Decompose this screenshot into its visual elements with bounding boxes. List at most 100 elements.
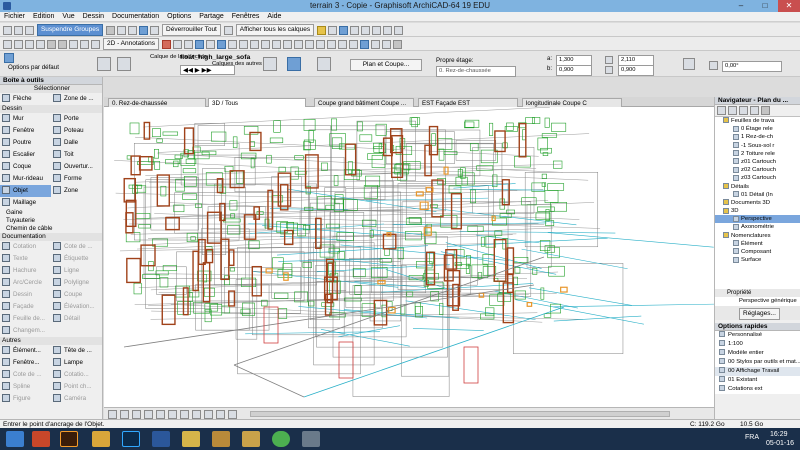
- navigator-tree-item[interactable]: Feuilles de trava: [715, 117, 800, 125]
- tool-mesh[interactable]: Maillage: [0, 197, 51, 209]
- navigator-tree-item[interactable]: Nomenclatures: [715, 232, 800, 240]
- default-options-label[interactable]: Options par défaut: [8, 64, 59, 71]
- intersect-icon[interactable]: [337, 39, 347, 49]
- tool-detail[interactable]: Détail: [51, 313, 102, 325]
- publisher-icon[interactable]: [750, 106, 759, 115]
- publish-icon[interactable]: [394, 25, 404, 35]
- navigator-tree-item[interactable]: -1 Sous-sol r: [715, 142, 800, 150]
- tool-change[interactable]: Changem...: [0, 325, 51, 337]
- elevation-field[interactable]: 0,900: [618, 65, 654, 76]
- tab-east-elevation[interactable]: EST Façade EST: [418, 98, 518, 107]
- quick-option-item[interactable]: 00 Stylos par outils et mat...: [715, 358, 800, 367]
- zoom-out-icon[interactable]: [156, 410, 165, 419]
- pan-icon[interactable]: [132, 410, 141, 419]
- menu-dessin[interactable]: Dessin: [79, 12, 108, 22]
- undo-icon[interactable]: [80, 39, 89, 49]
- redo-icon[interactable]: [91, 39, 100, 49]
- archicad-icon[interactable]: [302, 431, 320, 447]
- tab-3d-all[interactable]: 3D / Tous: [208, 98, 306, 107]
- layers-icon[interactable]: [223, 25, 233, 35]
- menu-partage[interactable]: Partage: [195, 12, 228, 22]
- navigate-icon[interactable]: [108, 410, 117, 419]
- menu-vue[interactable]: Vue: [58, 12, 78, 22]
- navigator-tree-item[interactable]: Composant: [715, 248, 800, 256]
- tool-column[interactable]: Poteau: [51, 125, 102, 137]
- navigator-tree-item[interactable]: Surface: [715, 256, 800, 264]
- tool-hotspot[interactable]: Point ch...: [51, 381, 102, 393]
- new-icon[interactable]: [3, 39, 12, 49]
- project-map-icon[interactable]: [717, 106, 726, 115]
- clock-date[interactable]: 05-01-16: [766, 440, 794, 447]
- quick-option-item[interactable]: 1:100: [715, 340, 800, 349]
- zoom-in-icon[interactable]: [144, 410, 153, 419]
- anchor-icon[interactable]: [287, 57, 301, 71]
- close-button[interactable]: ✕: [778, 0, 800, 12]
- tool-elevation[interactable]: Façade: [0, 301, 51, 313]
- stretch-icon[interactable]: [293, 39, 303, 49]
- floor-field[interactable]: 0. Rez-de-chaussée: [436, 66, 516, 77]
- 3d-viewport[interactable]: [104, 107, 714, 407]
- trace-icon[interactable]: [359, 39, 369, 49]
- split-icon[interactable]: [304, 39, 314, 49]
- language-indicator[interactable]: FRA: [745, 434, 759, 441]
- tool-text[interactable]: Texte: [0, 253, 51, 265]
- snap-icon[interactable]: [194, 39, 204, 49]
- fillet-icon[interactable]: [348, 39, 358, 49]
- menu-options[interactable]: Options: [163, 12, 195, 22]
- render-icon[interactable]: [350, 25, 360, 35]
- tool-wall[interactable]: Mur: [0, 113, 51, 125]
- settings-icon[interactable]: [97, 57, 111, 71]
- annotations-dropdown[interactable]: 2D - Annotations: [102, 38, 160, 50]
- record-icon[interactable]: [392, 39, 402, 49]
- quick-option-item[interactable]: 00 Affichage Travail: [715, 367, 800, 376]
- navigator-tree-item[interactable]: 3D: [715, 207, 800, 215]
- show-all-layers-button[interactable]: Afficher tous les calques: [235, 24, 315, 36]
- lock-icon[interactable]: [117, 25, 127, 35]
- quick-option-item[interactable]: 01 Existant: [715, 376, 800, 385]
- menu-fichier[interactable]: Fichier: [0, 12, 29, 22]
- style-icon[interactable]: [228, 410, 237, 419]
- star-icon[interactable]: [317, 25, 327, 35]
- minimize-button[interactable]: –: [730, 0, 752, 12]
- scrollbar-horizontal[interactable]: [250, 411, 670, 417]
- quick-option-item[interactable]: Modèle entier: [715, 349, 800, 358]
- windows-start-icon[interactable]: [6, 431, 24, 447]
- cut-icon[interactable]: [47, 39, 56, 49]
- paste-icon[interactable]: [69, 39, 78, 49]
- tool-object[interactable]: Objet: [0, 185, 51, 197]
- clock-time[interactable]: 16:29: [770, 431, 788, 438]
- tool-grid-head[interactable]: Tête de ...: [51, 345, 102, 357]
- tool-fill[interactable]: Hachure: [0, 265, 51, 277]
- eye-icon[interactable]: [117, 57, 131, 71]
- tool-door[interactable]: Porte: [51, 113, 102, 125]
- tool-window-other[interactable]: Fenêtre...: [0, 357, 51, 369]
- pointer-tool[interactable]: Flèche: [0, 93, 51, 105]
- trim-icon[interactable]: [315, 39, 325, 49]
- tool-slab[interactable]: Dalle: [51, 137, 102, 149]
- tool-angle-dim[interactable]: Cotatio...: [51, 369, 102, 381]
- tool-drawing[interactable]: Dessin: [0, 289, 51, 301]
- tool-zone[interactable]: Zone: [51, 185, 102, 197]
- tool-worksheet[interactable]: Feuille de...: [0, 313, 51, 325]
- tab-long-section[interactable]: longitudinale Coupe C: [522, 98, 622, 107]
- zone-select-tool[interactable]: Zone de ...: [51, 93, 102, 105]
- elevation-icon[interactable]: [372, 25, 382, 35]
- illustrator-icon[interactable]: [60, 431, 78, 447]
- inject-icon[interactable]: [172, 39, 182, 49]
- documentation-section[interactable]: Documentation: [0, 233, 102, 241]
- navigator-tree-item[interactable]: Documents 3D: [715, 199, 800, 207]
- tool-stair[interactable]: Escalier: [0, 149, 51, 161]
- ungroup-icon[interactable]: [25, 25, 34, 35]
- navigator-tree-item[interactable]: z01 Cartouch: [715, 158, 800, 166]
- marquee-icon[interactable]: [370, 39, 380, 49]
- quick-option-item[interactable]: Personnalisé: [715, 331, 800, 340]
- navigator-menu-icon[interactable]: [761, 106, 770, 115]
- word-icon[interactable]: [152, 431, 170, 447]
- tab-section-building[interactable]: Coupe grand bâtiment Coupe ...: [314, 98, 414, 107]
- menu-aide[interactable]: Aide: [263, 12, 285, 22]
- photoshop-icon[interactable]: [122, 431, 140, 447]
- geometry-icon[interactable]: [317, 57, 331, 71]
- zoom-icon[interactable]: [381, 39, 391, 49]
- mirror-toggle-icon[interactable]: [683, 58, 695, 70]
- view-map-icon[interactable]: [728, 106, 737, 115]
